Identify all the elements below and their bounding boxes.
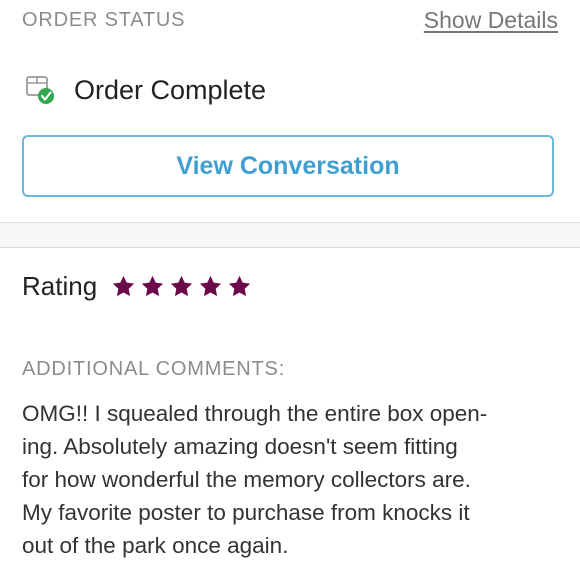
order-status-heading: ORDER STATUS bbox=[22, 9, 186, 31]
star-icon bbox=[171, 275, 193, 296]
star-icon bbox=[200, 275, 222, 296]
view-conversation-button[interactable]: View Conversation bbox=[22, 135, 554, 197]
show-details-link[interactable]: Show Details bbox=[424, 7, 558, 34]
order-status-text: Order Complete bbox=[74, 74, 267, 105]
star-icon bbox=[113, 275, 135, 296]
rating-stars bbox=[111, 274, 256, 299]
comment-line: OMG!! I squealed through the entire box … bbox=[22, 401, 488, 426]
comment-line: ing. Absolutely amazing doesn't seem fit… bbox=[22, 434, 458, 459]
additional-comments-heading: ADDITIONAL COMMENTS: bbox=[22, 358, 286, 380]
comment-line: out of the park once again. bbox=[22, 533, 289, 558]
rating-row: Rating bbox=[22, 268, 256, 304]
order-status-row: Order Complete bbox=[24, 72, 266, 108]
comment-line: for how wonderful the memory collectors … bbox=[22, 467, 471, 492]
package-check-icon bbox=[24, 73, 58, 107]
comment-text: OMG!! I squealed through the entire box … bbox=[22, 397, 558, 562]
rating-label: Rating bbox=[22, 270, 98, 301]
section-divider bbox=[0, 222, 580, 248]
comment-line: My favorite poster to purchase from knoc… bbox=[22, 500, 470, 525]
star-icon bbox=[142, 275, 164, 296]
star-icon bbox=[229, 275, 251, 296]
